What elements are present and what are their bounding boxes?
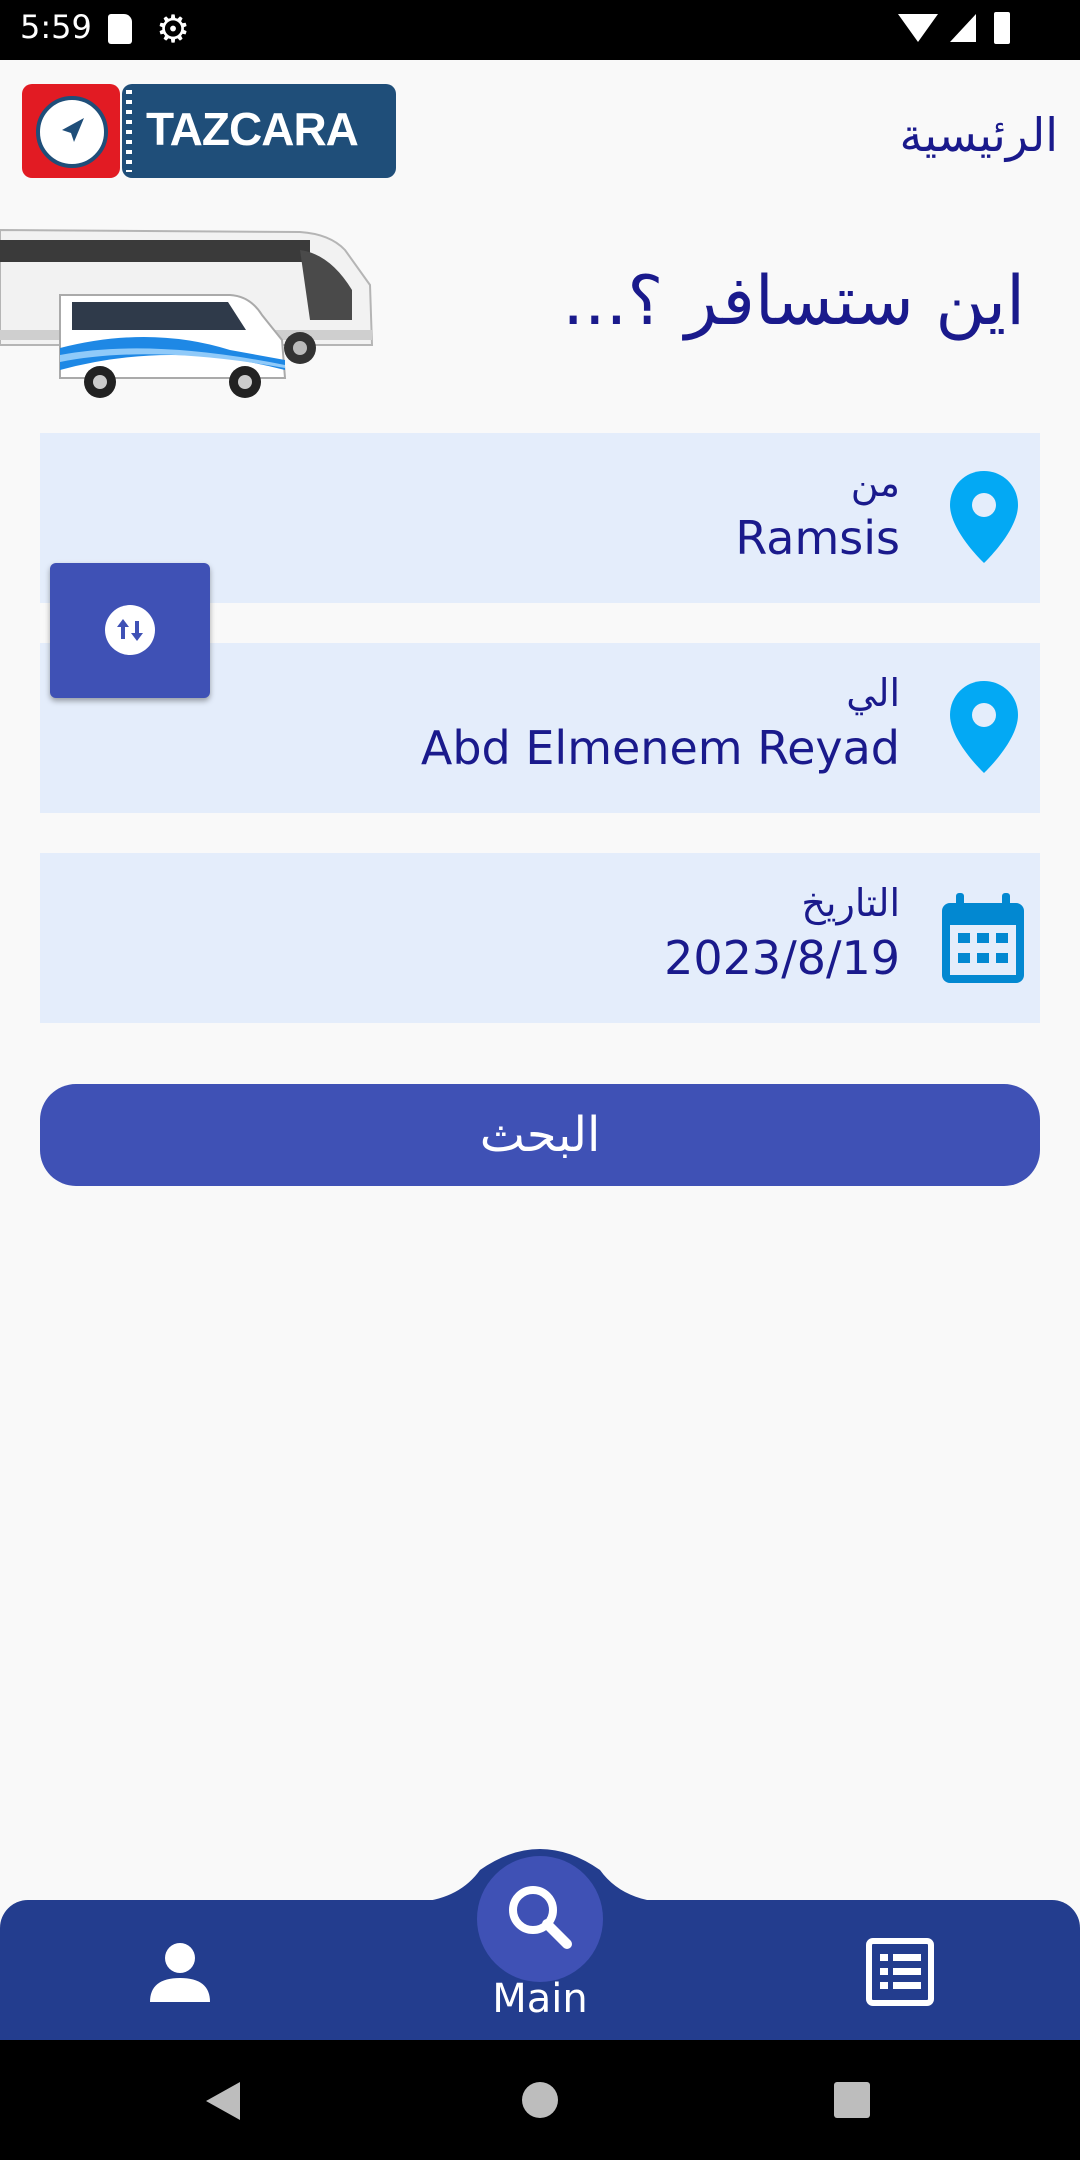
page-title: الرئيسية	[899, 108, 1058, 162]
status-time: 5:59	[20, 8, 92, 46]
to-label: الي	[846, 671, 900, 715]
navigation-arrow-icon	[36, 96, 108, 168]
bottom-navigation: Main	[0, 1840, 1080, 2040]
logo-plate: TAZCARA	[122, 84, 396, 178]
to-value: Abd Elmenem Reyad	[420, 721, 900, 775]
date-label: التاريخ	[801, 881, 900, 925]
swap-vertical-icon	[105, 605, 155, 655]
from-label: من	[850, 461, 900, 505]
date-field[interactable]: التاريخ 2023/8/19	[40, 853, 1040, 1023]
sd-card-icon	[108, 14, 132, 44]
system-navigation-bar	[0, 2040, 1080, 2160]
wifi-icon	[898, 14, 938, 42]
location-pin-icon	[950, 681, 1018, 773]
home-icon[interactable]	[522, 2082, 558, 2118]
from-value: Ramsis	[735, 511, 900, 565]
back-icon[interactable]	[206, 2082, 240, 2120]
settings-gear-icon: ⚙	[156, 7, 191, 51]
calendar-icon	[942, 893, 1024, 983]
nav-main-label: Main	[492, 1976, 588, 2022]
logo-badge	[22, 84, 120, 178]
bus-and-van-illustration	[0, 228, 374, 398]
search-button[interactable]: البحث	[40, 1084, 1040, 1186]
search-icon	[509, 1886, 572, 1949]
profile-icon[interactable]	[148, 1940, 212, 2004]
location-pin-icon	[950, 471, 1018, 563]
tazcara-logo: TAZCARA	[22, 84, 396, 178]
nav-main-search-button[interactable]	[477, 1856, 603, 1982]
logo-text: TAZCARA	[146, 103, 359, 155]
travel-question-heading: اين ستسافر ؟...	[562, 262, 1025, 341]
list-icon[interactable]	[866, 1938, 934, 2006]
cell-signal-icon	[950, 14, 976, 42]
status-bar: 5:59 ⚙	[0, 0, 1080, 60]
battery-icon	[994, 12, 1010, 44]
recents-icon[interactable]	[834, 2082, 870, 2118]
date-value: 2023/8/19	[664, 931, 900, 985]
swap-locations-button[interactable]	[50, 563, 210, 698]
